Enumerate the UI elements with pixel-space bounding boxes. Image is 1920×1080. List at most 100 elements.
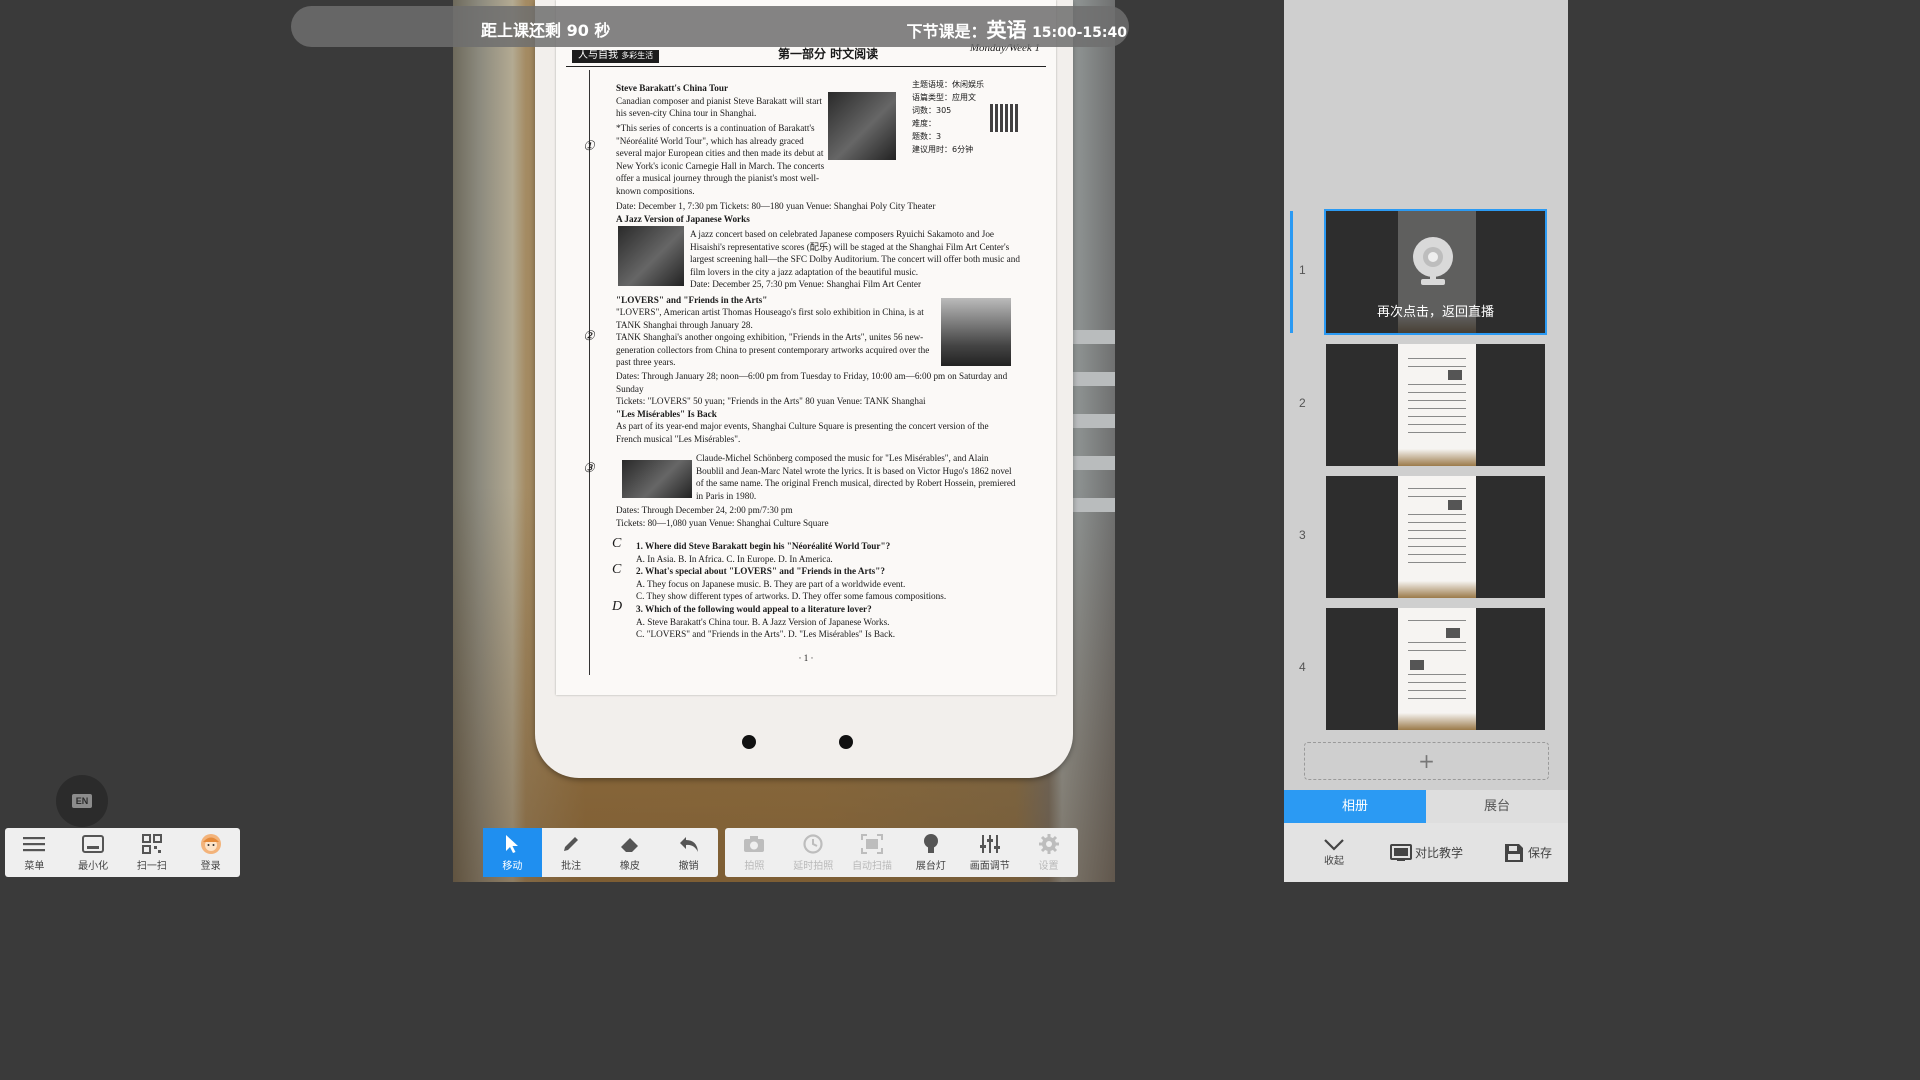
camera-stage: 人与自我 多彩生活 第一部分 时文阅读 Monday/Week 1 ① ② ③ … bbox=[0, 0, 1284, 882]
background-stripe bbox=[1067, 372, 1115, 386]
holder-hole bbox=[742, 735, 756, 749]
page-index: 3 bbox=[1299, 528, 1306, 542]
main-toolbar: 菜单 最小化 扫一扫 登录 bbox=[5, 828, 240, 877]
questions: 1. Where did Steve Barakatt begin his "N… bbox=[636, 541, 947, 640]
language-label: EN bbox=[71, 794, 93, 808]
photo-thumbnail[interactable] bbox=[1326, 344, 1545, 466]
answer-2: C bbox=[612, 562, 622, 577]
annotation-toolbar: 移动 批注 橡皮 撤销 bbox=[483, 828, 718, 877]
scan-icon bbox=[861, 833, 884, 855]
tab-showcase[interactable]: 展台 bbox=[1426, 790, 1568, 823]
cursor-icon bbox=[503, 833, 521, 855]
lamp-icon bbox=[922, 833, 940, 855]
settings-button[interactable]: 设置 bbox=[1019, 828, 1078, 877]
album-item-1[interactable]: 1 再次点击，返回直播 bbox=[1284, 209, 1568, 335]
qr-code bbox=[990, 104, 1018, 132]
undo-button[interactable]: 撤销 bbox=[659, 828, 718, 877]
eraser-tool-button[interactable]: 橡皮 bbox=[601, 828, 660, 877]
worksheet-page: 人与自我 多彩生活 第一部分 时文阅读 Monday/Week 1 ① ② ③ … bbox=[556, 0, 1056, 695]
album-item-4[interactable]: 4 bbox=[1284, 608, 1568, 732]
article-3-body: "LOVERS", American artist Thomas Houseag… bbox=[616, 307, 930, 368]
next-class-info: 下节课是：英语 15:00-15:40 bbox=[906, 18, 1127, 42]
mark-3: ③ bbox=[583, 460, 595, 475]
article-1-body: *This series of concerts is a continuati… bbox=[616, 123, 825, 196]
auto-scan-button[interactable]: 自动扫描 bbox=[843, 828, 902, 877]
save-icon bbox=[1505, 843, 1523, 862]
timed-capture-button[interactable]: 延时拍照 bbox=[784, 828, 843, 877]
reading-meta: 主题语境：休闲娱乐 语篇类型：应用文 词数：305 难度： 题数：3 建议用时：… bbox=[912, 80, 984, 154]
camera-feed: 人与自我 多彩生活 第一部分 时文阅读 Monday/Week 1 ① ② ③ … bbox=[453, 0, 1115, 882]
scan-qr-button[interactable]: 扫一扫 bbox=[123, 828, 182, 877]
answer-1: C bbox=[612, 536, 622, 551]
photo-thumbnail[interactable] bbox=[1326, 608, 1545, 730]
compare-icon bbox=[1390, 843, 1412, 861]
pen-icon bbox=[561, 833, 581, 855]
tab-album[interactable]: 相册 bbox=[1284, 790, 1426, 823]
mark-2: ② bbox=[583, 328, 595, 343]
class-status-bar: 距上课还剩 90 秒 下节课是：英语 15:00-15:40 bbox=[291, 6, 1129, 47]
answer-3: D bbox=[612, 599, 623, 614]
article-1: Steve Barakatt's China Tour Canadian com… bbox=[616, 83, 822, 119]
panel-tabs: 相册 展台 bbox=[1284, 790, 1568, 823]
minimize-button[interactable]: 最小化 bbox=[64, 828, 123, 877]
annotate-tool-button[interactable]: 批注 bbox=[542, 828, 601, 877]
compare-teaching-button[interactable]: 对比教学 bbox=[1390, 823, 1463, 882]
exhibition-photo bbox=[941, 298, 1011, 366]
album-item-3[interactable]: 3 bbox=[1284, 476, 1568, 600]
image-adjust-button[interactable]: 画面调节 bbox=[960, 828, 1019, 877]
next-time: 15:00-15:40 bbox=[1032, 25, 1127, 41]
page-number: · 1 · bbox=[798, 653, 814, 663]
album-panel: 1 再次点击，返回直播 2 3 4 + 相册 展台 收起 对比教学 保存 bbox=[1284, 0, 1568, 882]
login-button[interactable]: 登录 bbox=[181, 828, 240, 877]
stage-lamp-button[interactable]: 展台灯 bbox=[901, 828, 960, 877]
article-3: "LOVERS" and "Friends in the Arts" bbox=[616, 295, 768, 305]
webcam-icon bbox=[1413, 237, 1453, 285]
worksheet-header: 人与自我 多彩生活 第一部分 时文阅读 Monday/Week 1 bbox=[566, 42, 1046, 67]
section-tag: 人与自我 多彩生活 bbox=[572, 50, 660, 63]
pianist-photo bbox=[618, 226, 684, 286]
chevron-down-icon bbox=[1324, 839, 1344, 851]
page-index: 2 bbox=[1299, 396, 1306, 410]
add-page-button[interactable]: + bbox=[1304, 742, 1549, 780]
article-3-info: Dates: Through January 28; noon—6:00 pm … bbox=[616, 371, 1008, 444]
timer-icon bbox=[802, 833, 824, 855]
menu-button[interactable]: 菜单 bbox=[5, 828, 64, 877]
minimize-icon bbox=[82, 833, 105, 855]
mark-1: ① bbox=[583, 138, 595, 153]
next-subject: 英语 bbox=[986, 18, 1027, 42]
holder-hole bbox=[839, 735, 853, 749]
margin-line bbox=[589, 70, 591, 675]
eraser-icon bbox=[619, 833, 641, 855]
avatar-icon bbox=[200, 833, 222, 855]
panel-actions: 收起 对比教学 保存 bbox=[1284, 823, 1568, 882]
capture-button[interactable]: 拍照 bbox=[725, 828, 784, 877]
save-button[interactable]: 保存 bbox=[1504, 823, 1552, 882]
return-live-label: 再次点击，返回直播 bbox=[1376, 305, 1494, 320]
page-index: 4 bbox=[1299, 660, 1306, 674]
article-4-info: Dates: Through December 24, 2:00 pm/7:30… bbox=[616, 505, 829, 528]
camera-icon bbox=[743, 833, 765, 855]
concert-photo bbox=[828, 92, 896, 160]
photo-thumbnail[interactable] bbox=[1326, 476, 1545, 598]
qrcode-icon bbox=[141, 833, 162, 855]
article-2-body: A jazz concert based on celebrated Japan… bbox=[690, 229, 1020, 290]
background-stripe bbox=[1067, 456, 1115, 470]
album-item-2[interactable]: 2 bbox=[1284, 344, 1568, 468]
article-1-info: Date: December 1, 7:30 pm Tickets: 80—18… bbox=[616, 201, 936, 224]
article-4-body: Claude-Michel Schönberg composed the mus… bbox=[696, 453, 1016, 501]
menu-icon bbox=[23, 833, 46, 855]
background-stripe bbox=[1067, 498, 1115, 512]
gear-icon bbox=[1038, 833, 1060, 855]
part-title: 第一部分 时文阅读 bbox=[778, 47, 879, 61]
language-toggle-button[interactable]: EN bbox=[56, 775, 108, 827]
sliders-icon bbox=[979, 833, 1001, 855]
background-stripe bbox=[1067, 414, 1115, 428]
background-stripe bbox=[1067, 330, 1115, 344]
live-thumbnail[interactable]: 再次点击，返回直播 bbox=[1324, 209, 1547, 335]
undo-icon bbox=[678, 833, 700, 855]
page-index: 1 bbox=[1299, 263, 1306, 277]
collapse-button[interactable]: 收起 bbox=[1304, 823, 1364, 882]
move-tool-button[interactable]: 移动 bbox=[483, 828, 542, 877]
musical-photo bbox=[622, 460, 692, 498]
countdown-text: 距上课还剩 90 秒 bbox=[481, 21, 611, 40]
